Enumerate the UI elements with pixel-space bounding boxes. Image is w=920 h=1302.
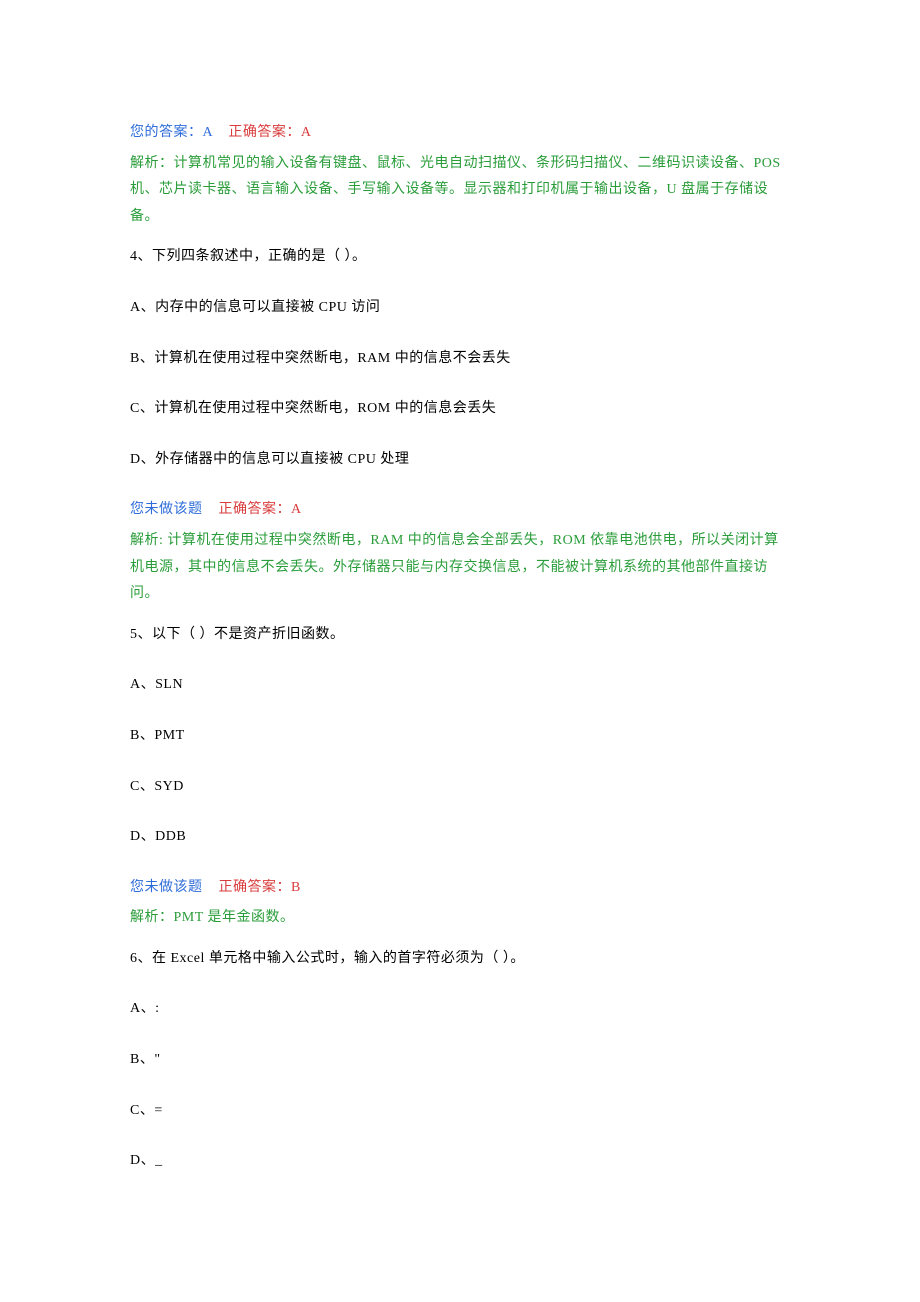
q3-correct-answer: 正确答案：A [228, 125, 311, 140]
q4-option-d: D、外存储器中的信息可以直接被 CPU 处理 [130, 447, 790, 474]
q5-correct-answer: 正确答案：B [219, 880, 301, 895]
q4-correct-answer: 正确答案：A [219, 502, 302, 517]
q5-option-a: A、SLN [130, 672, 790, 699]
q6-option-d: D、_ [130, 1148, 790, 1175]
q5-option-b: B、PMT [130, 723, 790, 750]
q3-answer-line: 您的答案：A 正确答案：A [130, 120, 790, 147]
q4-not-answered: 您未做该题 [130, 502, 203, 517]
q5-analysis: 解析：PMT 是年金函数。 [130, 905, 790, 932]
q4-analysis: 解析: 计算机在使用过程中突然断电，RAM 中的信息会全部丢失，ROM 依靠电池… [130, 528, 790, 608]
q6-option-a: A、: [130, 996, 790, 1023]
q3-analysis-text: 计算机常见的输入设备有键盘、鼠标、光电自动扫描仪、条形码扫描仪、二维码识读设备、… [130, 156, 781, 224]
q6-option-b: B、" [130, 1047, 790, 1074]
q3-analysis-label: 解析： [130, 156, 174, 171]
q5-analysis-label: 解析： [130, 910, 174, 925]
q3-your-answer: 您的答案：A [130, 125, 212, 140]
q4-question: 4、下列四条叙述中，正确的是（ ）。 [130, 244, 790, 271]
q4-analysis-text: 计算机在使用过程中突然断电，RAM 中的信息会全部丢失，ROM 依靠电池供电，所… [130, 533, 779, 601]
q6-option-c: C、= [130, 1098, 790, 1125]
q5-analysis-text: PMT 是年金函数。 [174, 910, 295, 925]
q4-option-c: C、计算机在使用过程中突然断电，ROM 中的信息会丢失 [130, 396, 790, 423]
q5-option-c: C、SYD [130, 774, 790, 801]
q4-analysis-label: 解析: [130, 533, 167, 548]
q3-analysis: 解析：计算机常见的输入设备有键盘、鼠标、光电自动扫描仪、条形码扫描仪、二维码识读… [130, 151, 790, 231]
q4-answer-line: 您未做该题 正确答案：A [130, 497, 790, 524]
q5-not-answered: 您未做该题 [130, 880, 203, 895]
q6-question: 6、在 Excel 单元格中输入公式时，输入的首字符必须为（ ）。 [130, 946, 790, 973]
q4-option-a: A、内存中的信息可以直接被 CPU 访问 [130, 295, 790, 322]
q4-option-b: B、计算机在使用过程中突然断电，RAM 中的信息不会丢失 [130, 346, 790, 373]
q5-question: 5、以下（ ）不是资产折旧函数。 [130, 622, 790, 649]
q5-answer-line: 您未做该题 正确答案：B [130, 875, 790, 902]
q5-option-d: D、DDB [130, 824, 790, 851]
